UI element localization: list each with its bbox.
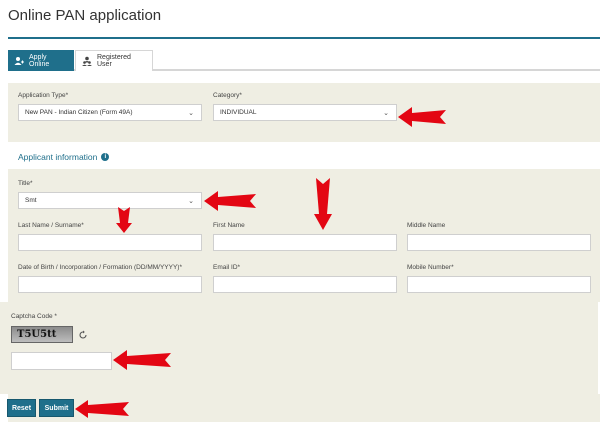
applicant-info-heading-text: Applicant information (18, 152, 98, 162)
tab-apply-online-label: Apply Online (29, 53, 50, 68)
application-type-value: New PAN - Indian Citizen (Form 49A) (25, 109, 133, 116)
middle-name-field[interactable] (407, 234, 591, 251)
arrow-left-icon (204, 191, 256, 211)
submit-button[interactable]: Submit (39, 399, 74, 417)
first-name-field[interactable] (213, 234, 397, 251)
arrow-left-icon (398, 107, 446, 127)
captcha-image: T5U5tt (11, 326, 73, 343)
mobile-field[interactable] (407, 276, 591, 293)
dob-field[interactable] (18, 276, 202, 293)
captcha-input[interactable] (11, 352, 112, 370)
title-divider (8, 37, 600, 39)
reset-button[interactable]: Reset (7, 399, 36, 417)
tab-registered-user-label: Registered User (97, 54, 131, 68)
title-value: Smt (25, 197, 37, 204)
arrow-down-icon (314, 178, 332, 230)
category-label: Category* (213, 92, 242, 99)
tab-registered-user[interactable]: Registered User (75, 50, 153, 71)
captcha-panel (0, 302, 598, 394)
category-value: INDIVIDUAL (220, 109, 257, 116)
arrow-left-icon (75, 400, 129, 418)
chevron-down-icon: ⌄ (188, 198, 194, 205)
application-type-select[interactable]: New PAN - Indian Citizen (Form 49A) ⌄ (18, 104, 202, 121)
user-icon (14, 56, 24, 66)
last-name-field[interactable] (18, 234, 202, 251)
tab-bar: Apply Online Registered User (8, 50, 600, 71)
arrow-left-icon (113, 350, 171, 370)
tab-apply-online[interactable]: Apply Online (8, 50, 74, 71)
title-label: Title* (18, 180, 33, 187)
dob-label: Date of Birth / Incorporation / Formatio… (18, 264, 182, 271)
captcha-label: Captcha Code * (11, 313, 57, 320)
title-select[interactable]: Smt ⌄ (18, 192, 202, 209)
last-name-label: Last Name / Surname* (18, 222, 84, 229)
email-field[interactable] (213, 276, 397, 293)
category-select[interactable]: INDIVIDUAL ⌄ (213, 104, 397, 121)
arrow-down-icon (116, 207, 132, 233)
first-name-label: First Name (213, 222, 245, 229)
email-label: Email ID* (213, 264, 241, 271)
info-icon[interactable]: i (101, 153, 110, 161)
chevron-down-icon: ⌄ (383, 110, 389, 117)
mobile-label: Mobile Number* (407, 264, 454, 271)
refresh-icon[interactable] (78, 327, 88, 339)
chevron-down-icon: ⌄ (188, 110, 194, 117)
users-icon (82, 56, 92, 66)
application-type-label: Application Type* (18, 92, 69, 99)
applicant-info-heading: Applicant information i (18, 152, 110, 162)
middle-name-label: Middle Name (407, 222, 446, 229)
page-title: Online PAN application (8, 7, 162, 24)
